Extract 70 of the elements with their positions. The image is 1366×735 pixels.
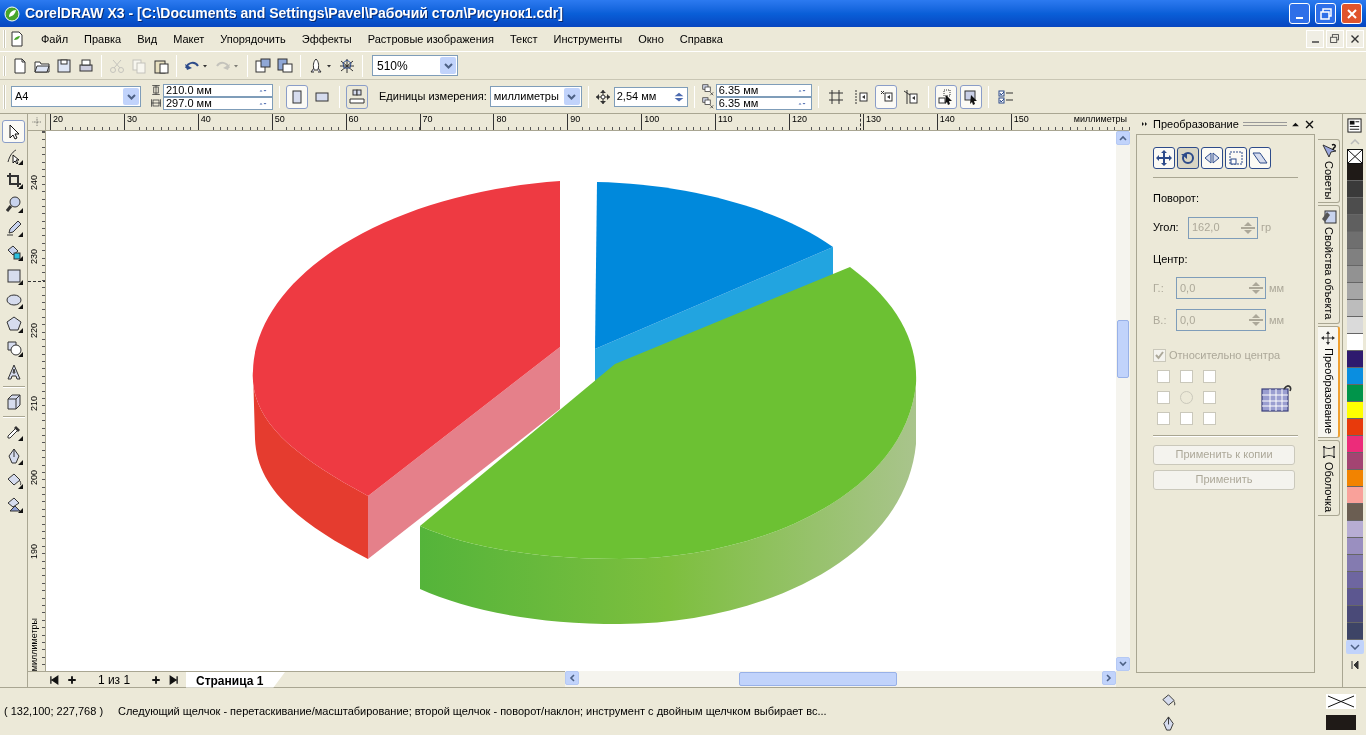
ruler-label: 40 xyxy=(197,114,211,130)
units-label: Единицы измерения: xyxy=(379,89,487,105)
field-value: 6.35 мм xyxy=(717,84,760,96)
field-label: Угол: xyxy=(1153,220,1180,236)
docker-tab[interactable]: Преобразование xyxy=(1318,325,1340,438)
ruler-label: 240 xyxy=(29,175,39,191)
menu-item[interactable]: Инструменты xyxy=(545,30,631,48)
menu-item[interactable]: Упорядочить xyxy=(212,30,294,48)
ruler-label: 90 xyxy=(567,114,581,130)
ruler-unit-label: миллиметры xyxy=(1072,114,1128,124)
zoom-combo[interactable]: 510% xyxy=(372,55,458,76)
window-title: CorelDRAW X3 - [C:\Documents and Settings\Pavel\Рабочий стол\Рисунок1.cdr] xyxy=(25,4,564,23)
ruler-label: 60 xyxy=(345,114,359,130)
ruler-label: 150 xyxy=(1010,114,1029,130)
menu-item[interactable]: Окно xyxy=(630,30,672,48)
ruler-label: 220 xyxy=(29,322,39,338)
field-label: Г.: xyxy=(1153,280,1165,296)
unit-label: гр xyxy=(1261,220,1272,236)
combo-value: миллиметры xyxy=(492,89,560,105)
zoom-value: 510% xyxy=(376,57,409,75)
ruler-label: 190 xyxy=(29,544,39,560)
unit-label: мм xyxy=(1269,280,1285,296)
menu-item[interactable]: Правка xyxy=(76,30,130,48)
duplicate-offset-field[interactable]: 6.35 мм xyxy=(715,83,812,97)
menu-item[interactable]: Растровые изображения xyxy=(359,30,502,48)
ruler-label: 140 xyxy=(936,114,955,130)
field-value: 0,0 xyxy=(1179,312,1197,328)
ruler-label: 100 xyxy=(641,114,660,130)
ruler-label: 70 xyxy=(419,114,433,130)
menu-item[interactable]: Справка xyxy=(671,30,731,48)
cursor-coordinates: ( 132,100; 227,768 ) xyxy=(4,704,105,720)
page-tab[interactable]: Страница 1 xyxy=(186,671,286,688)
status-message: Следующий щелчок - перетаскивание/масштабирование; второй щелчок - поворот/наклон; инструмент с двойным щелчком выбирает вс... xyxy=(118,704,827,720)
field-value: 6.35 мм xyxy=(717,97,760,109)
field-value: 297.0 мм xyxy=(165,97,213,109)
field-value: 2,54 мм xyxy=(615,89,658,105)
ruler-label: 80 xyxy=(493,114,507,130)
page-dimension-field[interactable]: 210.0 мм xyxy=(163,83,273,97)
unit-label: мм xyxy=(1269,312,1285,328)
field-label: В.: xyxy=(1153,312,1168,328)
section-label: Центр: xyxy=(1153,251,1189,267)
field-value: 162,0 xyxy=(1191,220,1221,236)
menu-item[interactable]: Текст xyxy=(501,30,546,48)
menu-item[interactable]: Файл xyxy=(33,30,77,48)
checkbox-label: Относительно центра xyxy=(1169,348,1281,363)
units-combo[interactable]: миллиметры xyxy=(489,86,582,107)
section-label: Поворот: xyxy=(1153,191,1200,206)
combo-value: A4 xyxy=(14,89,30,105)
ruler-label: 30 xyxy=(123,114,137,130)
ruler-label: 210 xyxy=(29,396,39,412)
menu-item[interactable]: Вид xyxy=(129,30,166,48)
ruler-label: 130 xyxy=(862,114,881,130)
menu-item[interactable]: Макет xyxy=(165,30,213,48)
ruler-unit-label: миллиметры xyxy=(29,617,39,671)
ruler-label: 20 xyxy=(50,114,63,130)
docker-tab[interactable]: Свойства объекта xyxy=(1318,205,1340,324)
field-value: 0,0 xyxy=(1179,280,1197,296)
ruler-label: 50 xyxy=(271,114,285,130)
ruler-label: 120 xyxy=(789,114,808,130)
nudge-field[interactable]: 2,54 мм xyxy=(613,86,688,107)
menu-item[interactable]: Эффекты xyxy=(293,30,360,48)
paper-size-combo[interactable]: A4 xyxy=(11,86,141,107)
ruler-label: 230 xyxy=(29,248,39,264)
ruler-label: 200 xyxy=(29,470,39,486)
ruler-label: 110 xyxy=(715,114,733,130)
docker-title: Преобразование xyxy=(1153,116,1239,132)
docker-tab[interactable]: Советы xyxy=(1318,139,1340,204)
page-count: 1 из 1 xyxy=(96,671,132,689)
docker-tab[interactable]: Оболочка xyxy=(1318,439,1340,516)
field-value: 210.0 мм xyxy=(165,84,213,96)
